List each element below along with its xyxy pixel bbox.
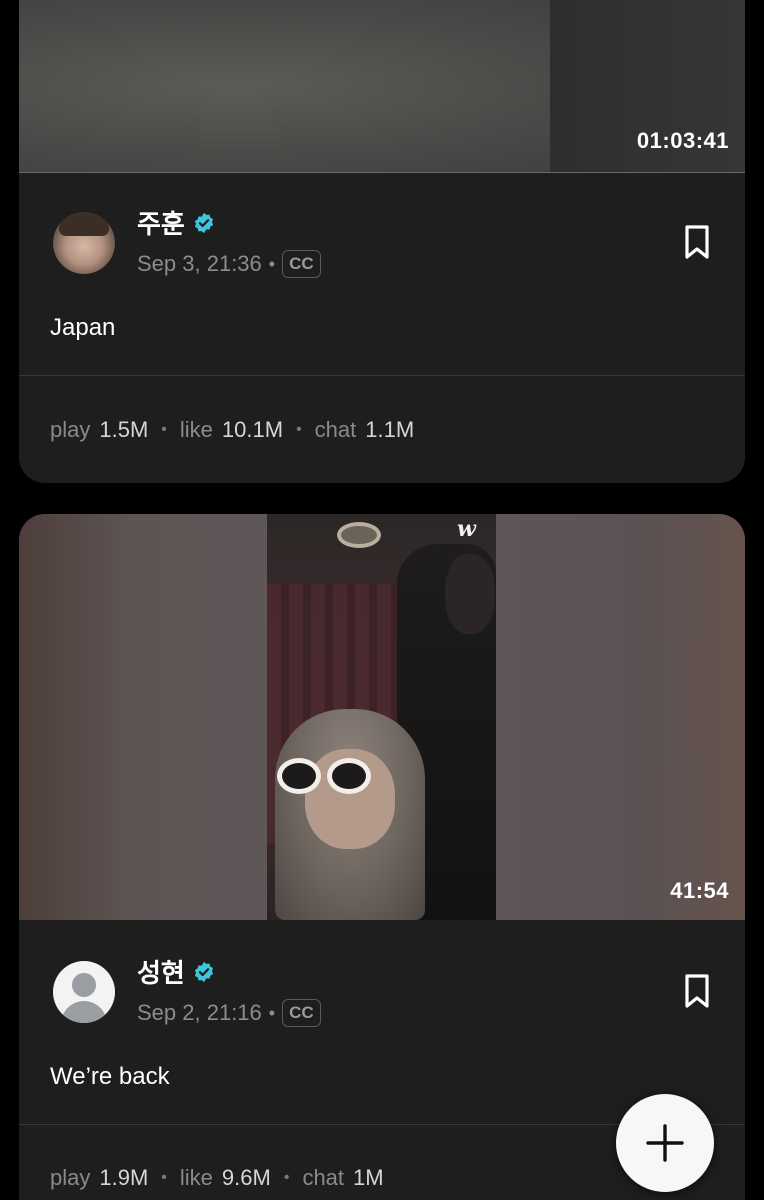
- like-count: 9.6M: [221, 1165, 271, 1190]
- divider: [19, 375, 745, 376]
- avatar[interactable]: [53, 212, 115, 274]
- post-header: 주훈 Sep 3, 21:36 • CC: [19, 209, 745, 282]
- ceiling-light: [337, 522, 381, 548]
- plus-icon: [646, 1124, 684, 1162]
- like-label: like: [179, 417, 213, 442]
- post-header: 성현 Sep 2, 21:16 • CC: [19, 958, 745, 1031]
- bookmark-icon[interactable]: [681, 973, 713, 1009]
- cc-badge: CC: [282, 999, 321, 1027]
- bookmark-icon[interactable]: [681, 224, 713, 260]
- author-name[interactable]: 주훈: [137, 204, 185, 241]
- post-timestamp: Sep 3, 21:36: [137, 251, 262, 276]
- video-duration: 41:54: [670, 878, 729, 903]
- post-timestamp: Sep 2, 21:16: [137, 1000, 262, 1025]
- chat-count: 1.1M: [365, 417, 415, 442]
- post-caption[interactable]: Japan: [50, 314, 115, 342]
- play-label: play: [50, 417, 91, 442]
- sunglasses: [277, 758, 373, 796]
- like-label: like: [179, 1165, 213, 1190]
- separator-dot: •: [296, 421, 302, 438]
- post-stats: play 1.9M • like 9.6M • chat 1M: [50, 1165, 384, 1191]
- cc-badge: CC: [282, 250, 321, 278]
- video-thumbnail[interactable]: w 41:54: [19, 514, 745, 920]
- video-thumbnail[interactable]: 01:03:41: [19, 0, 745, 173]
- watermark-logo: w: [457, 516, 476, 542]
- video-duration: 01:03:41: [636, 128, 729, 153]
- author-name[interactable]: 성현: [137, 953, 185, 990]
- separator-dot: •: [161, 421, 167, 438]
- separator-dot: •: [268, 1002, 276, 1023]
- chat-label: chat: [302, 1165, 345, 1190]
- play-count: 1.9M: [99, 1165, 149, 1190]
- play-count: 1.5M: [99, 417, 149, 442]
- thumbnail-blur-right: [496, 514, 745, 920]
- separator-dot: •: [283, 1169, 290, 1186]
- post-caption[interactable]: We’re back: [50, 1063, 170, 1091]
- separator-dot: •: [161, 1169, 167, 1186]
- create-post-button[interactable]: [616, 1094, 714, 1192]
- post-stats: play 1.5M • like 10.1M • chat 1.1M: [50, 417, 414, 443]
- thumbnail-image: w: [267, 514, 496, 920]
- verified-badge-icon: [194, 212, 213, 233]
- post-card[interactable]: 01:03:41 주훈 Sep 3, 21:36 • CC Japan play…: [19, 0, 745, 483]
- post-card[interactable]: w 41:54 성현 Sep 2, 21:16 • CC We’re back …: [19, 514, 745, 1200]
- chat-count: 1M: [353, 1165, 384, 1190]
- verified-badge-icon: [194, 961, 213, 982]
- separator-dot: •: [268, 253, 276, 274]
- play-label: play: [50, 1165, 91, 1190]
- thumbnail-blur-left: [19, 514, 267, 920]
- like-count: 10.1M: [221, 417, 284, 442]
- avatar[interactable]: [53, 961, 115, 1023]
- chat-label: chat: [314, 417, 357, 442]
